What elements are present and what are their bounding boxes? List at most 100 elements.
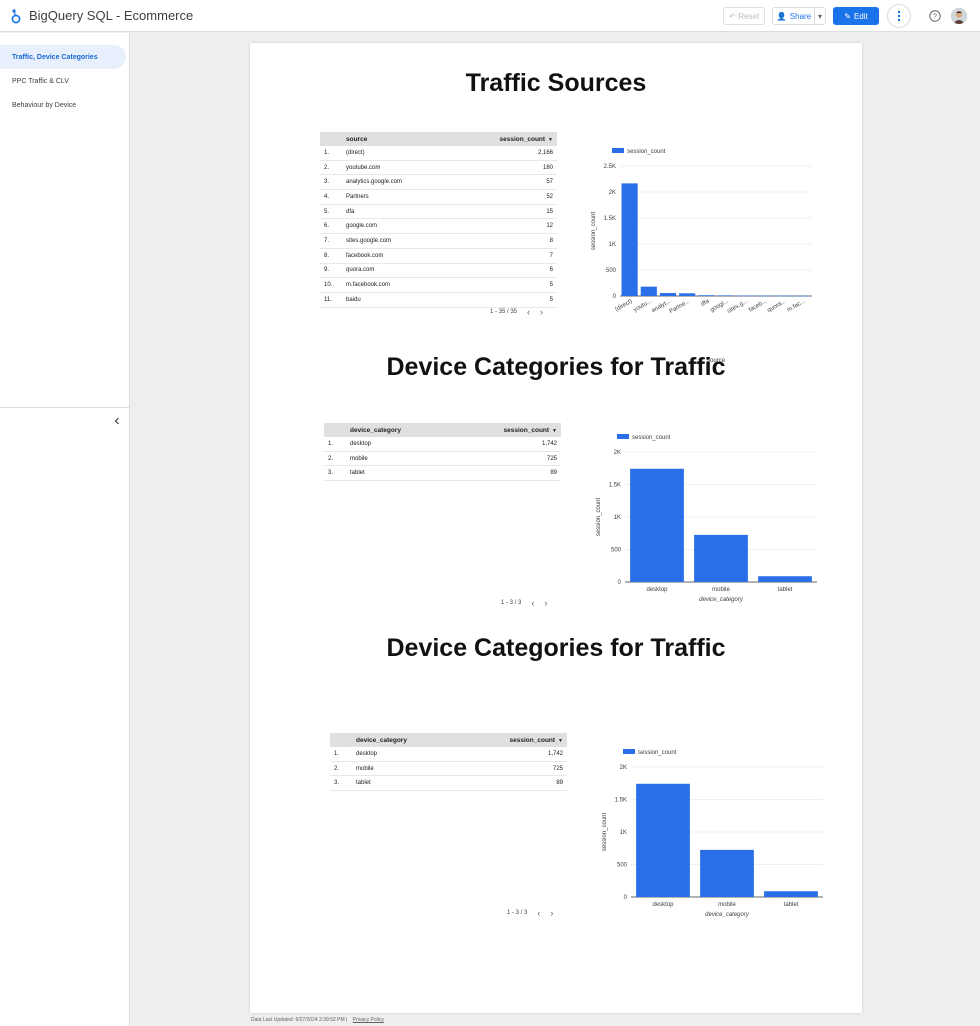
table-row[interactable]: 1. desktop 1,742 bbox=[330, 747, 567, 762]
bar-1[interactable] bbox=[700, 849, 754, 897]
share-button[interactable]: 👤 Share bbox=[772, 7, 815, 25]
column-header-device-category[interactable]: device_category bbox=[350, 427, 501, 434]
device-categories-bar-chart: session_count 0 500 1K 1.5K 2K desktop mobile ta… bbox=[585, 429, 821, 654]
row-index: 4. bbox=[324, 193, 330, 200]
table-row[interactable]: 3. analytics.google.com 57 bbox=[320, 175, 557, 191]
nav-item-traffic-device-categories[interactable]: Traffic, Device Categories bbox=[0, 45, 126, 69]
table-row[interactable]: 11. baidu 5 bbox=[320, 293, 557, 308]
sidebar-divider bbox=[0, 407, 130, 408]
column-header-session-count[interactable]: session_count ▼ bbox=[501, 427, 561, 434]
y-tick-label: 2K bbox=[620, 765, 627, 771]
row-dimension: Partners bbox=[346, 193, 369, 200]
x-tick-label: tablet bbox=[784, 902, 799, 908]
y-tick-label: 0 bbox=[624, 895, 628, 901]
y-axis-title: session_count bbox=[591, 211, 597, 250]
row-dimension: (direct) bbox=[346, 149, 365, 156]
column-header-device-category[interactable]: device_category bbox=[356, 737, 507, 744]
legend-swatch bbox=[623, 749, 635, 754]
bar-5[interactable] bbox=[717, 295, 734, 296]
bar-0[interactable] bbox=[636, 783, 690, 897]
table-header: device_category session_count ▼ bbox=[324, 423, 561, 437]
reset-button[interactable]: ↶ Reset bbox=[723, 7, 765, 25]
chart-legend[interactable]: session_count bbox=[623, 749, 677, 756]
table-row[interactable]: 3. tablet 89 bbox=[324, 466, 561, 482]
chevron-right-icon[interactable]: › bbox=[550, 908, 553, 918]
bar-6[interactable] bbox=[736, 295, 753, 297]
help-icon[interactable]: ? bbox=[929, 10, 941, 22]
bar-1[interactable] bbox=[640, 286, 657, 296]
report-title[interactable]: BigQuery SQL - Ecommerce bbox=[29, 8, 193, 23]
chevron-left-icon[interactable]: ‹ bbox=[527, 307, 530, 317]
column-header-session-count[interactable]: session_count ▼ bbox=[507, 737, 567, 744]
table-pager: 1 - 3 / 3 ‹ › bbox=[501, 598, 548, 608]
row-metric: 8 bbox=[549, 237, 553, 244]
row-metric: 57 bbox=[546, 179, 553, 186]
x-tick-label: mobile bbox=[712, 587, 730, 593]
table-row[interactable]: 9. quora.com 6 bbox=[320, 264, 557, 279]
edit-button[interactable]: ✎ Edit bbox=[833, 7, 879, 25]
table-row[interactable]: 1. (direct) 2,166 bbox=[320, 146, 557, 161]
row-metric: 89 bbox=[556, 780, 563, 787]
chevron-left-icon[interactable]: ‹ bbox=[537, 908, 540, 918]
chevron-right-icon[interactable]: › bbox=[540, 307, 543, 317]
row-metric: 15 bbox=[546, 208, 553, 215]
table-row[interactable]: 10. m.facebook.com 5 bbox=[320, 278, 557, 293]
bar-2[interactable] bbox=[659, 293, 677, 296]
chart-legend[interactable]: session_count bbox=[612, 148, 666, 155]
bar-0[interactable] bbox=[630, 468, 684, 582]
add-person-icon: 👤 bbox=[776, 11, 787, 21]
legend-label: session_count bbox=[632, 435, 671, 441]
bar-2[interactable] bbox=[764, 891, 818, 897]
table-pager: 1 - 3 / 3 ‹ › bbox=[507, 908, 554, 918]
table-row[interactable]: 1. desktop 1,742 bbox=[324, 437, 561, 452]
privacy-policy-link[interactable]: Privacy Policy bbox=[353, 1017, 384, 1023]
table-row[interactable]: 7. sites.google.com 8 bbox=[320, 234, 557, 249]
y-tick-label: 2K bbox=[609, 190, 616, 196]
table-row[interactable]: 8. facebook.com 7 bbox=[320, 249, 557, 264]
more-options-button[interactable] bbox=[887, 4, 911, 28]
table-row[interactable]: 4. Partners 52 bbox=[320, 190, 557, 205]
chevron-left-icon[interactable]: ‹ bbox=[531, 598, 534, 608]
row-metric: 7 bbox=[549, 252, 553, 259]
row-metric: 180 bbox=[542, 164, 553, 171]
column-header-session-count[interactable]: session_count ▼ bbox=[497, 136, 557, 143]
table-row[interactable]: 6. google.com 12 bbox=[320, 219, 557, 235]
row-dimension: youtube.com bbox=[346, 164, 381, 171]
bar-3[interactable] bbox=[679, 293, 696, 296]
table-row[interactable]: 5. dfa 15 bbox=[320, 205, 557, 220]
bar-2[interactable] bbox=[758, 576, 812, 582]
bar-8[interactable] bbox=[775, 295, 792, 297]
x-tick-label: (direct) bbox=[614, 299, 633, 314]
sort-desc-icon: ▼ bbox=[548, 136, 553, 143]
row-metric: 5 bbox=[549, 282, 553, 289]
row-index: 7. bbox=[324, 237, 330, 244]
bar-1[interactable] bbox=[694, 534, 748, 582]
bar-7[interactable] bbox=[755, 295, 773, 297]
row-index: 2. bbox=[324, 164, 330, 171]
row-metric: 89 bbox=[550, 470, 557, 477]
table-row[interactable]: 2. mobile 725 bbox=[324, 452, 561, 467]
x-tick-label: quora... bbox=[767, 298, 788, 314]
bar-0[interactable] bbox=[621, 183, 638, 296]
chevron-right-icon[interactable]: › bbox=[544, 598, 547, 608]
table-row[interactable]: 3. tablet 89 bbox=[330, 776, 567, 792]
row-index: 9. bbox=[324, 267, 330, 274]
x-tick-label: dfa bbox=[700, 298, 711, 308]
row-metric: 725 bbox=[552, 765, 563, 772]
chevron-left-icon[interactable] bbox=[112, 416, 122, 426]
bar-9[interactable] bbox=[794, 295, 811, 297]
avatar[interactable] bbox=[951, 8, 967, 24]
nav-item-ppc-traffic-clv[interactable]: PPC Traffic & CLV bbox=[0, 69, 126, 93]
traffic-sources-table: source session_count ▼ 1. (direct) 2,166 2. y… bbox=[320, 132, 557, 308]
row-dimension: desktop bbox=[350, 440, 372, 447]
y-tick-label: 1K bbox=[609, 242, 616, 248]
undo-icon: ↶ bbox=[728, 11, 736, 21]
bar-4[interactable] bbox=[698, 295, 715, 296]
table-row[interactable]: 2. youtube.com 180 bbox=[320, 161, 557, 176]
column-header-source[interactable]: source bbox=[346, 136, 497, 143]
section-title-device-categories-2: Device Categories for Traffic bbox=[386, 634, 726, 662]
chart-legend[interactable]: session_count bbox=[617, 434, 671, 441]
table-row[interactable]: 2. mobile 725 bbox=[330, 762, 567, 777]
share-dropdown-button[interactable]: ▾ bbox=[814, 7, 826, 25]
nav-item-behaviour-by-device[interactable]: Behaviour by Device bbox=[0, 93, 126, 117]
